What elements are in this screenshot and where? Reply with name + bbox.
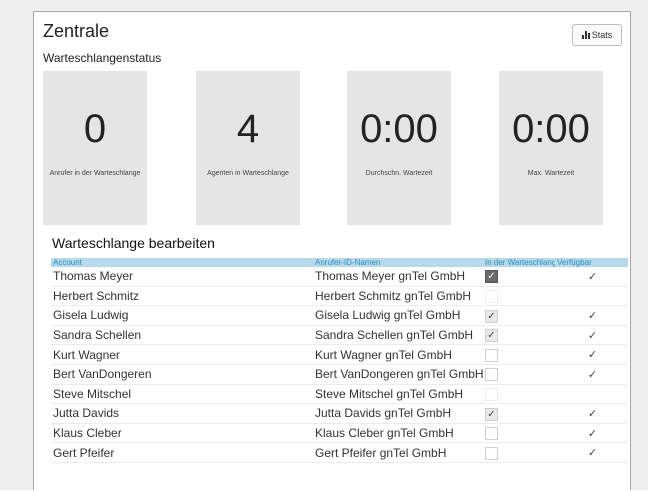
in-queue-cell <box>483 442 555 463</box>
checkmark-icon: ✓ <box>587 309 598 322</box>
caller-id-cell: Gisela Ludwig gnTel GmbH <box>313 305 483 326</box>
stat-card-agents: 4 Agenten in Warteschlange <box>196 71 300 225</box>
stats-button[interactable]: Stats <box>572 24 622 46</box>
in-queue-cell <box>483 344 555 365</box>
account-cell: Gert Pfeifer <box>51 442 313 463</box>
in-queue-cell <box>483 364 555 385</box>
column-header-account[interactable]: Account <box>51 258 313 267</box>
table-row[interactable]: Sandra Schellen Sandra Schellen gnTel Gmb… <box>51 325 628 346</box>
stat-label: Max. Wartezeit <box>527 170 575 177</box>
stat-card-callers: 0 Anrufer in der Warteschlange <box>43 71 147 225</box>
account-cell: Thomas Meyer <box>51 267 313 287</box>
queue-status-panel: Zentrale Warteschlangenstatus Stats 0 An… <box>33 11 631 490</box>
caller-id-cell: Steve Mitschel gnTel GmbH <box>313 384 483 405</box>
in-queue-cell: ✓ <box>483 325 555 346</box>
stat-value: 4 <box>236 107 260 151</box>
caller-id-cell: Thomas Meyer gnTel GmbH <box>313 267 483 287</box>
in-queue-cell: ✓ <box>483 403 555 424</box>
queue-table-body: Thomas Meyer Thomas Meyer gnTel GmbH ✓ ✓ Her… <box>51 267 628 463</box>
caller-id-cell: Herbert Schmitz gnTel GmbH <box>313 286 483 307</box>
available-cell: ✓ <box>555 423 628 444</box>
caller-id-cell: Sandra Schellen gnTel GmbH <box>313 325 483 346</box>
in-queue-checkbox[interactable] <box>485 446 498 460</box>
account-cell: Steve Mitschel <box>51 384 313 405</box>
available-cell: ✓ <box>555 344 628 365</box>
in-queue-checkbox[interactable] <box>485 348 498 362</box>
bar-chart-icon <box>581 31 590 39</box>
in-queue-checkbox[interactable]: ✓ <box>485 270 498 284</box>
stat-value: 0 <box>83 107 107 151</box>
table-row[interactable]: Gisela Ludwig Gisela Ludwig gnTel GmbH ✓ ✓ <box>51 305 628 326</box>
account-cell: Kurt Wagner <box>51 344 313 365</box>
caller-id-cell: Bert VanDongeren gnTel GmbH <box>313 364 483 385</box>
available-cell: ✓ <box>555 305 628 326</box>
queue-edit-title: Warteschlange bearbeiten <box>52 235 215 251</box>
account-cell: Sandra Schellen <box>51 325 313 346</box>
stat-card-max-wait: 0:00 Max. Wartezeit <box>499 71 603 225</box>
account-cell: Gisela Ludwig <box>51 305 313 326</box>
checkmark-icon: ✓ <box>587 368 598 381</box>
in-queue-cell: ✓ <box>483 267 555 287</box>
stat-value: 0:00 <box>360 107 438 151</box>
section-subtitle: Warteschlangenstatus <box>43 51 162 65</box>
table-row[interactable]: Herbert Schmitz Herbert Schmitz gnTel Gmb… <box>51 286 628 307</box>
in-queue-checkbox[interactable] <box>485 388 498 402</box>
available-cell: ✓ <box>555 325 628 346</box>
available-cell <box>555 286 628 307</box>
in-queue-checkbox[interactable] <box>485 427 498 441</box>
column-header-caller-id[interactable]: Anrufer-ID-Namen <box>313 258 483 267</box>
table-row[interactable]: Klaus Cleber Klaus Cleber gnTel GmbH ✓ <box>51 423 628 444</box>
available-cell: ✓ <box>555 364 628 385</box>
table-header-row: Account Anrufer-ID-Namen In der Wartesch… <box>51 258 628 267</box>
available-cell: ✓ <box>555 267 628 287</box>
caller-id-cell: Jutta Davids gnTel GmbH <box>313 403 483 424</box>
stats-button-label: Stats <box>591 30 613 40</box>
queue-table: Account Anrufer-ID-Namen In der Wartesch… <box>51 258 628 463</box>
in-queue-checkbox[interactable] <box>485 368 498 382</box>
in-queue-cell <box>483 286 555 307</box>
column-header-available[interactable]: Verfügbar <box>555 258 628 267</box>
stat-label: Agenten in Warteschlange <box>207 170 289 177</box>
checkmark-icon: ✓ <box>587 407 598 420</box>
account-cell: Jutta Davids <box>51 403 313 424</box>
stat-card-avg-wait: 0:00 Durchschn. Wartezeit <box>347 71 451 225</box>
in-queue-checkbox[interactable]: ✓ <box>485 407 498 421</box>
checkmark-icon: ✓ <box>587 329 598 342</box>
in-queue-checkbox[interactable]: ✓ <box>485 329 498 343</box>
table-row[interactable]: Gert Pfeifer Gert Pfeifer gnTel GmbH ✓ <box>51 442 628 463</box>
in-queue-cell: ✓ <box>483 305 555 326</box>
checkmark-icon: ✓ <box>587 270 598 283</box>
page-title: Zentrale <box>43 21 110 41</box>
table-row[interactable]: Jutta Davids Jutta Davids gnTel GmbH ✓ ✓ <box>51 403 628 424</box>
caller-id-cell: Klaus Cleber gnTel GmbH <box>313 423 483 444</box>
stat-value: 0:00 <box>512 107 590 151</box>
account-cell: Bert VanDongeren <box>51 364 313 385</box>
in-queue-cell <box>483 423 555 444</box>
table-row[interactable]: Thomas Meyer Thomas Meyer gnTel GmbH ✓ ✓ <box>51 267 628 287</box>
caller-id-cell: Kurt Wagner gnTel GmbH <box>313 344 483 365</box>
available-cell <box>555 384 628 405</box>
table-row[interactable]: Steve Mitschel Steve Mitschel gnTel GmbH <box>51 384 628 405</box>
table-row[interactable]: Bert VanDongeren Bert VanDongeren gnTel G… <box>51 364 628 385</box>
in-queue-checkbox[interactable]: ✓ <box>485 309 498 323</box>
available-cell: ✓ <box>555 403 628 424</box>
column-header-in-queue[interactable]: In der Warteschlange <box>483 258 555 267</box>
in-queue-cell <box>483 384 555 405</box>
in-queue-checkbox[interactable] <box>485 290 498 304</box>
available-cell: ✓ <box>555 442 628 463</box>
account-cell: Klaus Cleber <box>51 423 313 444</box>
table-row[interactable]: Kurt Wagner Kurt Wagner gnTel GmbH ✓ <box>51 344 628 365</box>
checkmark-icon: ✓ <box>587 427 598 440</box>
stat-label: Anrufer in der Warteschlange <box>49 170 141 177</box>
account-cell: Herbert Schmitz <box>51 286 313 307</box>
caller-id-cell: Gert Pfeifer gnTel GmbH <box>313 442 483 463</box>
checkmark-icon: ✓ <box>587 349 598 362</box>
checkmark-icon: ✓ <box>587 447 598 460</box>
stat-label: Durchschn. Wartezeit <box>365 170 433 177</box>
